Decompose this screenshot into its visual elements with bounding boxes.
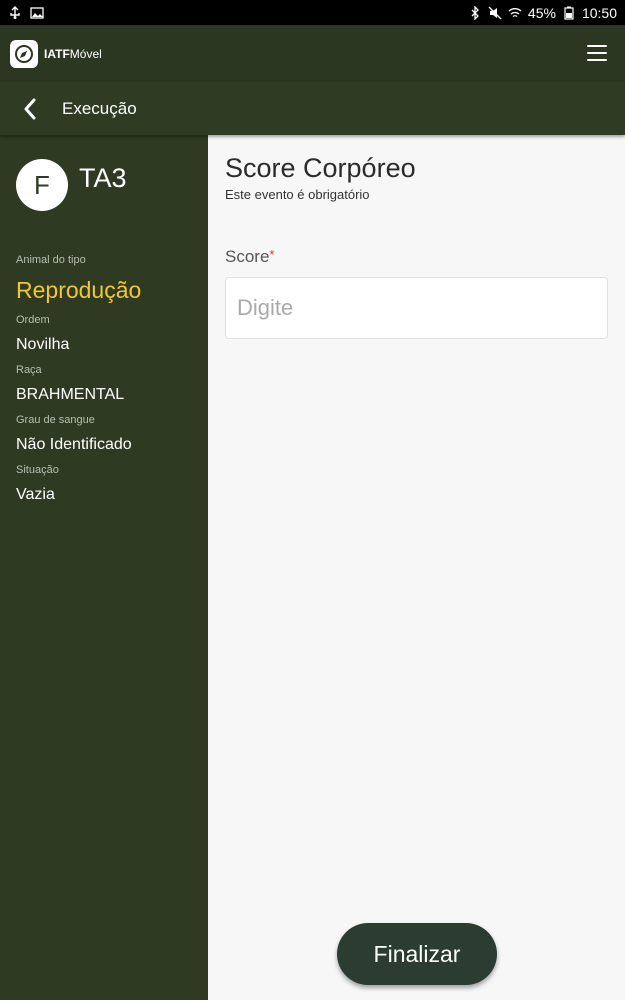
app-name-bold: IATF xyxy=(44,46,70,61)
finalize-button[interactable]: Finalizar xyxy=(337,923,497,985)
app-logo xyxy=(10,39,38,68)
field-value-tipo: Reprodução xyxy=(16,277,142,303)
bluetooth-icon xyxy=(471,5,479,20)
usb-icon xyxy=(10,5,20,19)
event-heading: Score Corpóreo xyxy=(225,153,416,183)
wifi-icon xyxy=(508,7,522,17)
score-label: Score* xyxy=(225,247,274,267)
animal-id: TA3 xyxy=(79,163,127,193)
sub-header: Execução xyxy=(0,82,625,135)
mute-icon xyxy=(488,6,502,19)
status-bar-left xyxy=(8,5,44,20)
field-label-tipo: Animal do tipo xyxy=(16,254,86,266)
battery-icon xyxy=(564,6,574,20)
main-content: Score Corpóreo Este evento é obrigatório… xyxy=(208,135,625,1000)
app-bar: IATFMóvel xyxy=(0,25,625,82)
field-label-raca: Raça xyxy=(16,364,42,376)
field-label-grau-sangue: Grau de sangue xyxy=(16,414,95,426)
status-bar-right: 45% 10:50 xyxy=(468,5,617,21)
field-value-grau-sangue: Não Identificado xyxy=(16,436,132,453)
animal-sidebar: F TA3 Animal do tipo Reprodução Ordem No… xyxy=(0,135,208,1000)
score-label-text: Score xyxy=(225,247,270,266)
required-mark: * xyxy=(269,247,275,262)
avatar: F xyxy=(16,159,68,211)
clock: 10:50 xyxy=(581,4,617,21)
app-name: IATFMóvel xyxy=(44,47,102,61)
app-name-light: Móvel xyxy=(69,46,102,61)
status-bar: 45% 10:50 xyxy=(0,0,625,25)
field-label-situacao: Situação xyxy=(16,464,59,476)
compass-icon xyxy=(15,44,33,63)
back-icon xyxy=(24,98,36,119)
battery-percent: 45% xyxy=(527,4,556,21)
field-value-raca: BRAHMENTAL xyxy=(16,386,125,403)
field-value-ordem: Novilha xyxy=(16,336,70,353)
score-input[interactable] xyxy=(225,277,608,339)
field-label-ordem: Ordem xyxy=(16,314,50,326)
image-icon xyxy=(30,6,44,19)
back-button[interactable] xyxy=(0,82,60,135)
page-title: Execução xyxy=(62,98,137,118)
event-subtitle: Este evento é obrigatório xyxy=(225,187,370,202)
field-value-situacao: Vazia xyxy=(16,486,55,503)
menu-icon[interactable] xyxy=(587,45,607,61)
